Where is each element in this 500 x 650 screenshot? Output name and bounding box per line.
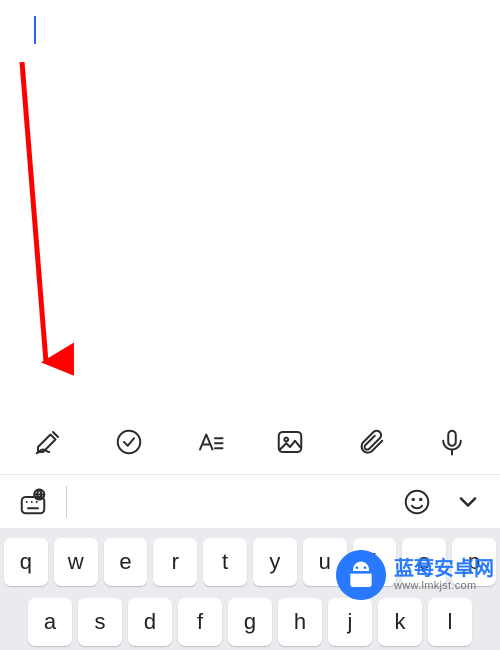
key-i[interactable]: i	[353, 538, 397, 586]
globe-keyboard-icon	[18, 487, 48, 517]
attachment-button[interactable]	[341, 410, 401, 474]
key-t[interactable]: t	[203, 538, 247, 586]
collapse-keyboard-button[interactable]	[454, 488, 482, 516]
key-o[interactable]: o	[402, 538, 446, 586]
keyboard-row-2: a s d f g h j k l	[0, 598, 500, 646]
key-s[interactable]: s	[78, 598, 122, 646]
key-u[interactable]: u	[303, 538, 347, 586]
key-f[interactable]: f	[178, 598, 222, 646]
key-g[interactable]: g	[228, 598, 272, 646]
virtual-keyboard: q w e r t y u i o p a s d f g h j k l	[0, 528, 500, 650]
input-method-button[interactable]	[18, 487, 48, 517]
annotation-arrow	[14, 62, 74, 382]
key-e[interactable]: e	[104, 538, 148, 586]
chevron-down-icon	[454, 488, 482, 516]
key-d[interactable]: d	[128, 598, 172, 646]
key-w[interactable]: w	[54, 538, 98, 586]
editor-toolbar	[0, 410, 500, 474]
key-y[interactable]: y	[253, 538, 297, 586]
voice-input-button[interactable]	[422, 410, 482, 474]
checkmark-circle-icon	[114, 427, 144, 457]
keyboard-row-1: q w e r t y u i o p	[0, 538, 500, 586]
divider	[66, 486, 67, 518]
key-q[interactable]: q	[4, 538, 48, 586]
text-cursor	[34, 16, 36, 44]
checklist-button[interactable]	[99, 410, 159, 474]
emoji-button[interactable]	[402, 487, 432, 517]
key-l[interactable]: l	[428, 598, 472, 646]
attachment-icon	[356, 427, 386, 457]
image-icon	[275, 427, 305, 457]
key-k[interactable]: k	[378, 598, 422, 646]
keyboard-header	[0, 474, 500, 528]
handwriting-button[interactable]	[18, 410, 78, 474]
key-j[interactable]: j	[328, 598, 372, 646]
key-a[interactable]: a	[28, 598, 72, 646]
emoji-icon	[402, 487, 432, 517]
text-format-icon	[195, 427, 225, 457]
text-format-button[interactable]	[180, 410, 240, 474]
key-r[interactable]: r	[153, 538, 197, 586]
note-editor-area[interactable]	[0, 0, 500, 410]
handwriting-icon	[33, 427, 63, 457]
key-p[interactable]: p	[452, 538, 496, 586]
key-h[interactable]: h	[278, 598, 322, 646]
microphone-icon	[437, 427, 467, 457]
insert-image-button[interactable]	[260, 410, 320, 474]
